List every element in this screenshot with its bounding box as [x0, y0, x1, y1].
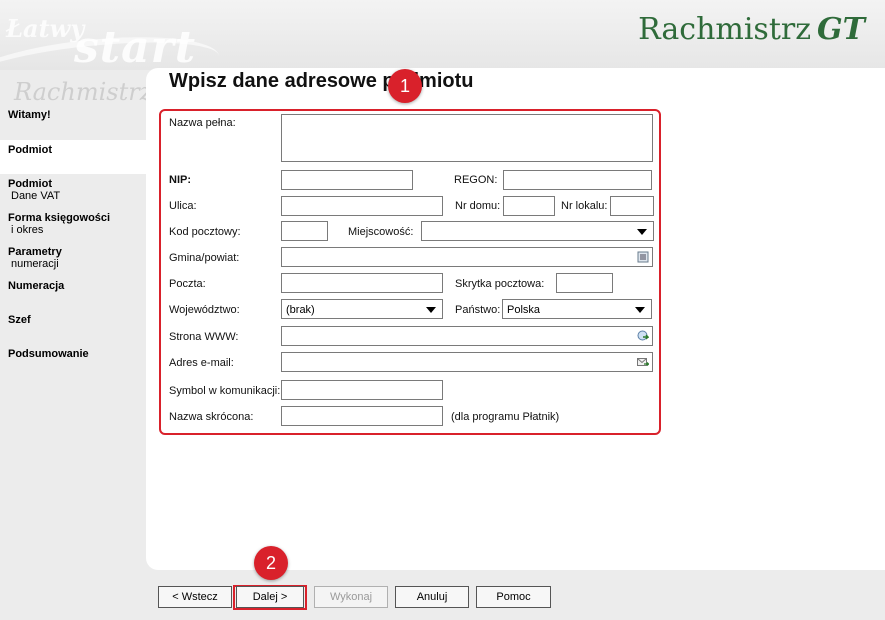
- nazwa-pelna-input[interactable]: [281, 114, 653, 162]
- brand-suffix: GT: [817, 12, 865, 47]
- send-email-icon[interactable]: [637, 356, 649, 368]
- step-forma-ksiegowosci[interactable]: Forma księgowości i okres: [0, 212, 146, 236]
- step-parametry-numeracji[interactable]: Parametry numeracji: [0, 246, 146, 270]
- watermark-latwy: Łatwy: [6, 14, 85, 43]
- step-subtitle: i okres: [11, 224, 44, 236]
- step-subtitle: numeracji: [11, 258, 59, 270]
- step-title: Podmiot: [8, 144, 52, 156]
- strona-www-input[interactable]: [281, 326, 653, 346]
- label-adres-email: Adres e-mail:: [169, 357, 234, 369]
- chevron-down-icon: [426, 307, 436, 313]
- label-nr-lokalu: Nr lokalu:: [561, 200, 608, 212]
- chevron-down-icon: [635, 307, 645, 313]
- watermark-start: start: [74, 22, 197, 70]
- step-title: Podsumowanie: [8, 348, 89, 360]
- chevron-down-icon: [637, 229, 647, 235]
- panstwo-value: Polska: [507, 304, 541, 316]
- brand-name: Rachmistrz: [638, 12, 812, 47]
- miejscowosc-select[interactable]: [421, 221, 654, 241]
- list-icon[interactable]: [637, 251, 649, 263]
- panstwo-select[interactable]: Polska: [502, 299, 652, 319]
- label-gmina-powiat: Gmina/powiat:: [169, 252, 240, 264]
- annotation-marker-2: 2: [254, 546, 288, 580]
- symbol-w-komunikacji-input[interactable]: [281, 380, 443, 400]
- step-witamy[interactable]: Witamy!: [0, 109, 146, 121]
- kod-pocztowy-input[interactable]: [281, 221, 328, 241]
- page-title: Wpisz dane adresowe podmiotu: [169, 70, 474, 92]
- nr-domu-input[interactable]: [503, 196, 555, 216]
- wojewodztwo-value: (brak): [286, 304, 315, 316]
- regon-input[interactable]: [503, 170, 652, 190]
- wizard-steps-sidebar: Witamy! Podmiot Podmiot Dane VAT Forma k…: [0, 100, 146, 580]
- label-symbol-w-komunikacji: Symbol w komunikacji:: [169, 385, 281, 397]
- cancel-button[interactable]: Anuluj: [395, 586, 469, 608]
- back-button[interactable]: < Wstecz: [158, 586, 232, 608]
- step-title: Podmiot: [8, 178, 52, 190]
- skrytka-pocztowa-input[interactable]: [556, 273, 613, 293]
- step-podmiot-dane-vat[interactable]: Podmiot Dane VAT: [0, 178, 146, 202]
- step-numeracja[interactable]: Numeracja: [0, 280, 146, 292]
- app-header: Łatwy start Rachmistrz GT: [0, 0, 885, 70]
- gmina-powiat-input[interactable]: [281, 247, 653, 267]
- execute-button[interactable]: Wykonaj: [314, 586, 388, 608]
- wojewodztwo-select[interactable]: (brak): [281, 299, 443, 319]
- label-regon: REGON:: [454, 174, 498, 186]
- step-title: Numeracja: [8, 280, 65, 292]
- step-subtitle: Dane VAT: [11, 190, 61, 202]
- label-nr-domu: Nr domu:: [455, 200, 501, 212]
- open-website-icon[interactable]: [637, 330, 649, 342]
- next-button[interactable]: Dalej >: [236, 586, 304, 608]
- step-szef[interactable]: Szef: [0, 314, 146, 326]
- platnik-note: (dla programu Płatnik): [451, 411, 560, 423]
- step-title: Parametry: [8, 246, 62, 258]
- nip-input[interactable]: [281, 170, 413, 190]
- nazwa-skrocona-input[interactable]: [281, 406, 443, 426]
- step-podsumowanie[interactable]: Podsumowanie: [0, 348, 146, 360]
- label-nip: NIP:: [169, 174, 191, 186]
- step-podmiot[interactable]: Podmiot: [0, 140, 146, 174]
- label-wojewodztwo: Województwo:: [169, 304, 240, 316]
- label-panstwo: Państwo:: [455, 304, 501, 316]
- label-poczta: Poczta:: [169, 278, 206, 290]
- step-title: Szef: [8, 314, 31, 326]
- label-strona-www: Strona WWW:: [169, 331, 239, 343]
- step-title: Forma księgowości: [8, 212, 111, 224]
- label-ulica: Ulica:: [169, 200, 197, 212]
- brand-logo: Rachmistrz GT: [638, 12, 865, 47]
- label-skrytka-pocztowa: Skrytka pocztowa:: [455, 278, 545, 290]
- label-nazwa-pelna: Nazwa pełna:: [169, 117, 236, 129]
- ulica-input[interactable]: [281, 196, 443, 216]
- step-title: Witamy!: [8, 109, 51, 121]
- adres-email-input[interactable]: [281, 352, 653, 372]
- label-nazwa-skrocona: Nazwa skrócona:: [169, 411, 254, 423]
- annotation-marker-1: 1: [388, 69, 422, 103]
- label-miejscowosc: Miejscowość:: [348, 226, 414, 238]
- nr-lokalu-input[interactable]: [610, 196, 654, 216]
- help-button[interactable]: Pomoc: [476, 586, 551, 608]
- poczta-input[interactable]: [281, 273, 443, 293]
- label-kod-pocztowy: Kod pocztowy:: [169, 226, 241, 238]
